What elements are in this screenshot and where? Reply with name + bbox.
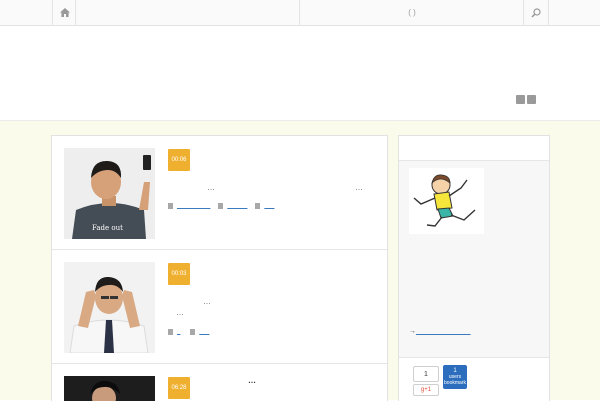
date-badge: 00:06 [168,149,190,171]
home-icon [59,8,70,17]
stressed-businessman-image [64,262,155,353]
post-thumbnail[interactable] [64,262,155,353]
comment-icon [190,329,196,335]
post-meta: _ ___ [168,329,209,335]
post-item: 06:28 … [52,364,387,401]
top-nav-bar: ( ) [0,0,600,26]
sidebar-link-row: →______________ [409,328,471,335]
post-meta: ___ ___ ___ ______ ___ [168,203,274,209]
comment-link[interactable]: ___ [199,329,209,335]
search-icon [531,7,541,18]
rss-icon[interactable] [516,95,525,104]
category-icon [168,203,173,209]
running-boy-illustration [409,168,484,234]
post-excerpt: … [207,183,216,192]
arrow-icon: → [409,328,416,335]
post-excerpt-end: … [355,183,364,192]
sidebar-link[interactable]: ______________ [416,328,471,335]
post-list: Fade out 00:06 … … ___ ___ ___ ______ __… [51,135,388,401]
tag-icon [218,203,224,209]
hatena-bookmark-button[interactable]: 1 users bookmark [443,365,467,389]
social-links [516,95,536,104]
home-button[interactable] [52,0,76,25]
man-selfie-image: Fade out [64,148,155,239]
search-button[interactable] [523,0,549,25]
category-icon [168,329,173,335]
post-thumbnail[interactable]: Fade out [64,148,155,239]
site-header [0,26,600,121]
nav-item-1[interactable] [75,0,300,25]
google-plus-button[interactable]: g+1 [413,384,439,396]
post-excerpt-line2: … [176,308,185,317]
nav-item-2-label: ( ) [408,8,416,17]
twitter-icon[interactable] [527,95,536,104]
category-link[interactable]: ___ ___ ___ [177,203,210,209]
post-title[interactable]: … [248,376,257,385]
date-badge: 06:28 [168,377,190,399]
sidebar: →______________ 1 g+1 1 users bookmark [398,135,550,401]
post-excerpt: … [203,297,212,306]
hatena-label: bookmark [444,380,466,386]
date-badge: 00:03 [168,263,190,285]
category-link[interactable]: _ [177,329,180,335]
nav-item-2[interactable]: ( ) [299,0,524,25]
dark-portrait-image [64,376,155,401]
share-count-box[interactable]: 1 [413,366,439,382]
comment-link[interactable]: ___ [264,203,274,209]
tag-link[interactable]: ______ [227,203,247,209]
post-item: Fade out 00:06 … … ___ ___ ___ ______ __… [52,136,387,250]
post-thumbnail[interactable] [64,376,155,401]
post-item: 00:03 … … _ ___ [52,250,387,364]
comment-icon [255,203,261,209]
svg-text:Fade out: Fade out [92,224,123,232]
sidebar-illustration[interactable] [409,168,484,234]
sidebar-widget-title [399,136,549,161]
